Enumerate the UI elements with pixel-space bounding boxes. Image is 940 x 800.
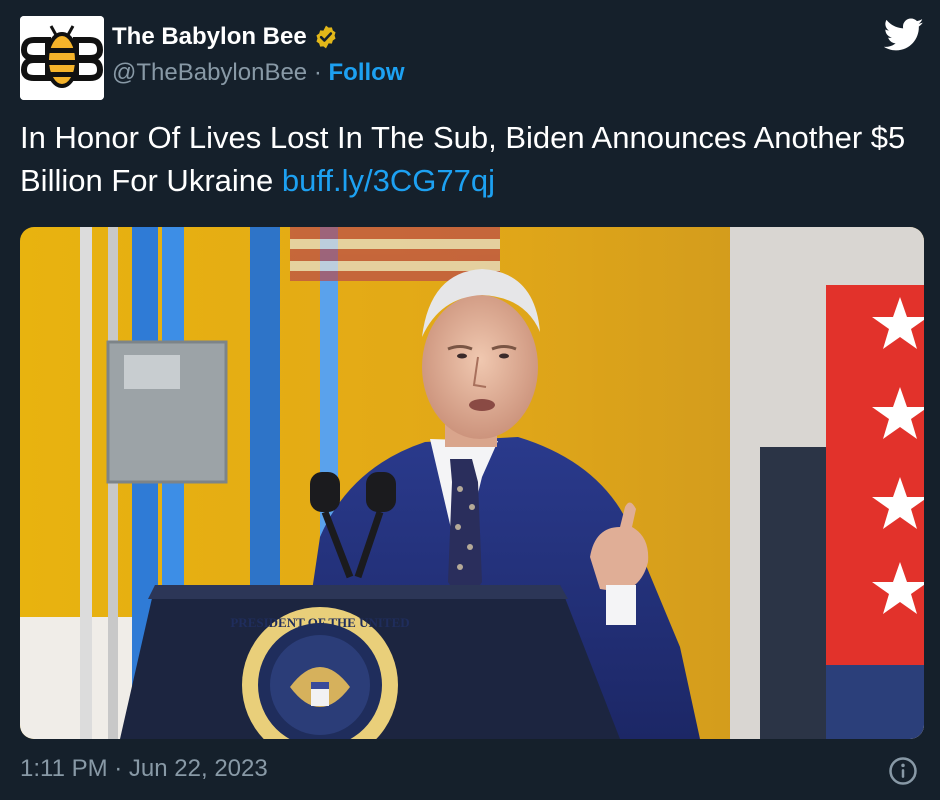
verified-badge-icon	[316, 25, 336, 49]
tweet-photo[interactable]: PRESIDENT OF THE UNITED	[20, 227, 924, 739]
tweet-timestamp[interactable]: 1:11 PM · Jun 22, 2023	[20, 754, 268, 784]
avatar[interactable]	[20, 16, 104, 100]
separator-dot: ·	[313, 59, 322, 86]
info-icon[interactable]	[888, 756, 918, 786]
author-name-row: The Babylon Bee	[112, 22, 339, 52]
tweet-text: In Honor Of Lives Lost In The Sub, Biden…	[20, 116, 920, 202]
tweet-link[interactable]: buff.ly/3CG77qj	[282, 163, 495, 198]
seal-text: PRESIDENT OF THE UNITED	[230, 615, 409, 630]
author-name[interactable]: The Babylon Bee	[112, 22, 307, 52]
tweet-card: The Babylon Bee @TheBabylonBee · Follow …	[0, 0, 940, 800]
twitter-bird-icon[interactable]	[884, 18, 924, 52]
follow-button[interactable]: Follow	[329, 59, 405, 86]
bee-logo-icon	[20, 16, 104, 100]
author-handle-row: @TheBabylonBee · Follow	[112, 58, 404, 88]
author-handle[interactable]: @TheBabylonBee	[112, 59, 307, 86]
photo-of-speaker-at-podium: PRESIDENT OF THE UNITED	[20, 227, 924, 739]
